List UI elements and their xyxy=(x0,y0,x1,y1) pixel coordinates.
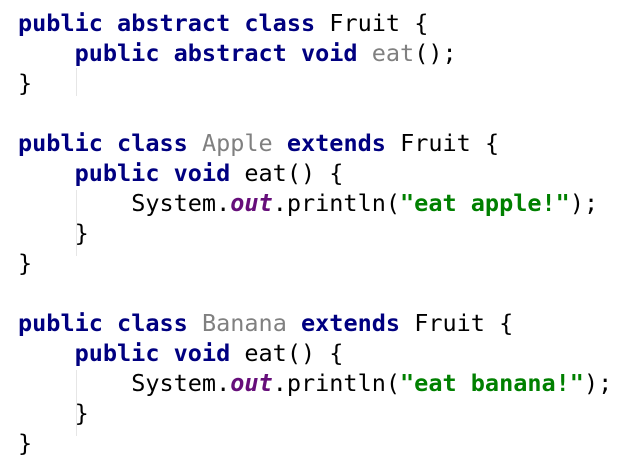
code-line-12: public void eat() { xyxy=(18,338,344,368)
class-name: Fruit xyxy=(329,9,401,37)
code-line-3: } xyxy=(18,68,32,98)
brace: } xyxy=(18,429,33,457)
punctuation: ); xyxy=(583,369,613,397)
brace: } xyxy=(18,69,33,97)
code-line-9: } xyxy=(18,248,32,278)
keyword: abstract xyxy=(173,39,287,67)
code-editor[interactable]: public abstract class Fruit { public abs… xyxy=(0,0,622,466)
keyword: public xyxy=(18,9,103,37)
brace: { xyxy=(484,129,500,157)
method-signature: eat() { xyxy=(244,159,344,187)
code-line-5: public class Apple extends Fruit { xyxy=(18,128,499,158)
brace: } xyxy=(74,219,89,247)
static-field: out xyxy=(230,369,273,397)
class-name: Apple xyxy=(201,129,273,157)
static-field: out xyxy=(230,189,273,217)
punctuation: ); xyxy=(569,189,599,217)
keyword: extends xyxy=(301,309,401,337)
keyword: void xyxy=(173,159,231,187)
code-line-15: } xyxy=(18,428,32,458)
keyword: public xyxy=(18,309,103,337)
keyword: class xyxy=(117,309,188,337)
code-line-13: System.out.println("eat banana!"); xyxy=(18,368,612,398)
class-reference: System. xyxy=(131,189,231,217)
keyword: void xyxy=(300,39,358,67)
code-line-7: System.out.println("eat apple!"); xyxy=(18,188,598,218)
parent-class-name: Fruit xyxy=(414,309,485,337)
string-literal: "eat apple!" xyxy=(400,189,570,217)
string-literal: "eat banana!" xyxy=(400,369,584,397)
code-line-8: } xyxy=(18,218,89,248)
keyword: extends xyxy=(286,129,386,157)
brace: { xyxy=(499,309,514,337)
brace: } xyxy=(74,399,89,427)
keyword: public xyxy=(18,129,103,157)
keyword: void xyxy=(173,339,231,367)
class-reference: System. xyxy=(131,369,231,397)
punctuation: (); xyxy=(414,39,457,67)
code-line-2: public abstract void eat(); xyxy=(18,38,457,68)
code-line-1: public abstract class Fruit { xyxy=(18,8,428,38)
method-signature: eat() { xyxy=(244,339,344,367)
keyword: public xyxy=(74,339,160,367)
code-line-6: public void eat() { xyxy=(18,158,344,188)
method-name: eat xyxy=(371,39,415,67)
method-call: .println( xyxy=(272,369,401,397)
keyword: class xyxy=(117,129,188,157)
code-line-14: } xyxy=(18,398,89,428)
class-name: Banana xyxy=(201,309,287,337)
keyword: class xyxy=(244,9,316,37)
parent-class-name: Fruit xyxy=(400,129,471,157)
indent-guide xyxy=(76,68,77,96)
code-line-11: public class Banana extends Fruit { xyxy=(18,308,513,338)
keyword: public xyxy=(74,159,160,187)
keyword: abstract xyxy=(117,9,231,37)
method-call: .println( xyxy=(272,189,401,217)
brace: } xyxy=(18,249,33,277)
brace: { xyxy=(414,9,429,37)
keyword: public xyxy=(74,39,160,67)
